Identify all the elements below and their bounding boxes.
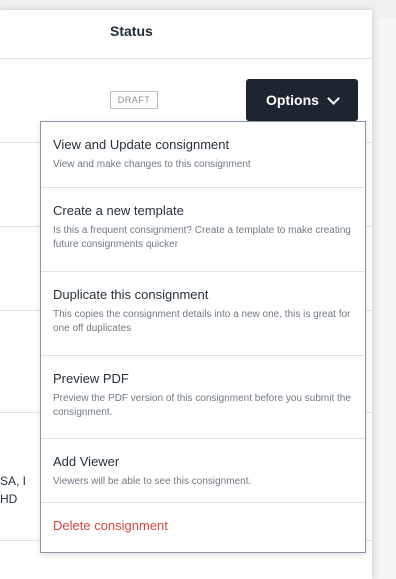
menu-item-preview-pdf[interactable]: Preview PDF Preview the PDF version of t… <box>41 356 365 439</box>
options-button-label: Options <box>266 92 319 108</box>
menu-item-create-template[interactable]: Create a new template Is this a frequent… <box>41 188 365 272</box>
menu-item-title: Add Viewer <box>53 454 120 469</box>
menu-item-description: Viewers will be able to see this consign… <box>53 476 252 487</box>
partial-cell-text: SA, I <box>0 474 27 488</box>
menu-item-title: Create a new template <box>53 203 184 218</box>
menu-item-description: Is this a frequent consignment? Create a… <box>53 225 351 250</box>
menu-item-title: View and Update consignment <box>53 137 230 152</box>
status-badge: DRAFT <box>110 91 158 109</box>
chevron-down-icon <box>327 91 340 105</box>
menu-item-title: Duplicate this consignment <box>53 287 209 302</box>
menu-item-add-viewer[interactable]: Add Viewer Viewers will be able to see t… <box>41 439 365 503</box>
menu-item-duplicate[interactable]: Duplicate this consignment This copies t… <box>41 272 365 356</box>
options-button[interactable]: Options <box>246 79 358 121</box>
menu-item-description: View and make changes to this consignmen… <box>53 159 251 170</box>
menu-item-title: Delete consignment <box>53 518 168 533</box>
menu-item-view-update[interactable]: View and Update consignment View and mak… <box>41 122 365 188</box>
menu-item-title: Preview PDF <box>53 371 129 386</box>
menu-item-description: Preview the PDF version of this consignm… <box>53 393 351 418</box>
menu-item-description: This copies the consignment details into… <box>53 309 351 334</box>
options-dropdown-menu: View and Update consignment View and mak… <box>40 121 366 553</box>
right-gutter <box>378 18 396 579</box>
partial-cell-text: HD <box>0 492 18 506</box>
status-column-heading: Status <box>110 23 153 39</box>
menu-item-delete[interactable]: Delete consignment <box>41 503 365 551</box>
